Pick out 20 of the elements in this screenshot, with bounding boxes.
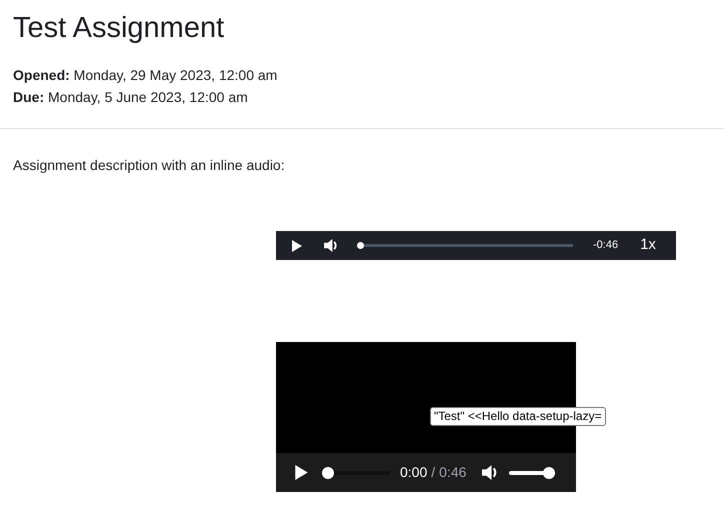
date-line: Due: Monday, 5 June 2023, 12:00 am [13,88,248,107]
description: Assignment description with an inline audio: [13,156,285,175]
volume-slider[interactable] [509,466,556,478]
play-icon[interactable] [292,240,302,252]
current-time: 0:00 [400,463,428,482]
speaker-icon[interactable] [482,465,500,480]
duration: 0:46 [439,463,466,482]
time-remaining: -0:46 [593,238,618,254]
progress-slider[interactable] [357,242,573,249]
progress-slider[interactable] [322,466,390,478]
volume-thumb[interactable] [543,466,556,478]
time-separator: / [431,463,436,482]
speaker-icon[interactable] [324,239,339,252]
page-title: Test Assignment [13,11,224,46]
tooltip: "Test" <<Hello data-setup-lazy= [430,407,606,426]
progress-thumb[interactable] [322,466,334,478]
play-icon[interactable] [295,465,308,480]
progress-thumb[interactable] [357,242,364,249]
date-line: Opened: Monday, 29 May 2023, 12:00 am [13,66,278,85]
speed-button[interactable]: 1x [640,234,656,257]
